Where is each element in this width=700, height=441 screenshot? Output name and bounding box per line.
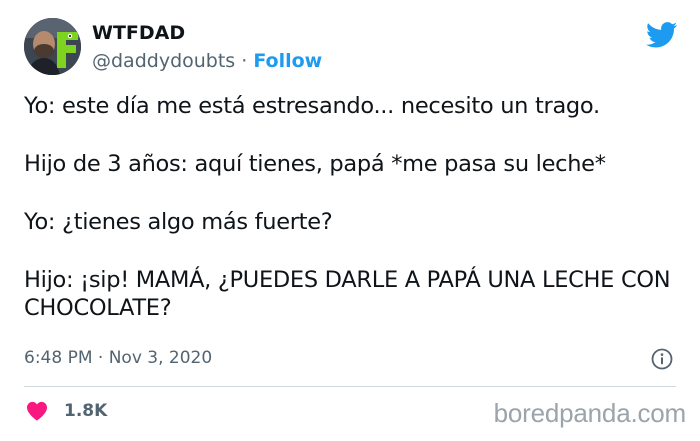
author-line: @daddydoubts · Follow (92, 50, 322, 72)
heart-icon[interactable] (26, 401, 48, 421)
tweet-line: Hijo: ¡sip! MAMÁ, ¿PUEDES DARLE A PAPÁ U… (24, 267, 671, 321)
twitter-bird-icon[interactable] (646, 22, 678, 48)
tweet-text: Yo: este día me está estresando... neces… (24, 92, 674, 322)
avatar-photo (24, 18, 81, 75)
watermark: boredpanda.com (493, 398, 687, 428)
separator: · (235, 50, 254, 72)
divider (24, 386, 676, 387)
follow-button[interactable]: Follow (253, 50, 322, 72)
tweet-line: Yo: ¿tienes algo más fuerte? (24, 209, 333, 235)
tweet-line: Yo: este día me está estresando... neces… (24, 93, 600, 119)
author-handle[interactable]: @daddydoubts (92, 50, 235, 72)
author-name[interactable]: WTFDAD (92, 22, 185, 44)
like-count: 1.8K (64, 401, 108, 421)
avatar[interactable] (24, 18, 81, 75)
tweet-line: Hijo de 3 años: aquí tienes, papá *me pa… (24, 151, 606, 177)
info-icon[interactable] (651, 348, 673, 370)
tweet-timestamp[interactable]: 6:48 PM · Nov 3, 2020 (24, 348, 212, 368)
